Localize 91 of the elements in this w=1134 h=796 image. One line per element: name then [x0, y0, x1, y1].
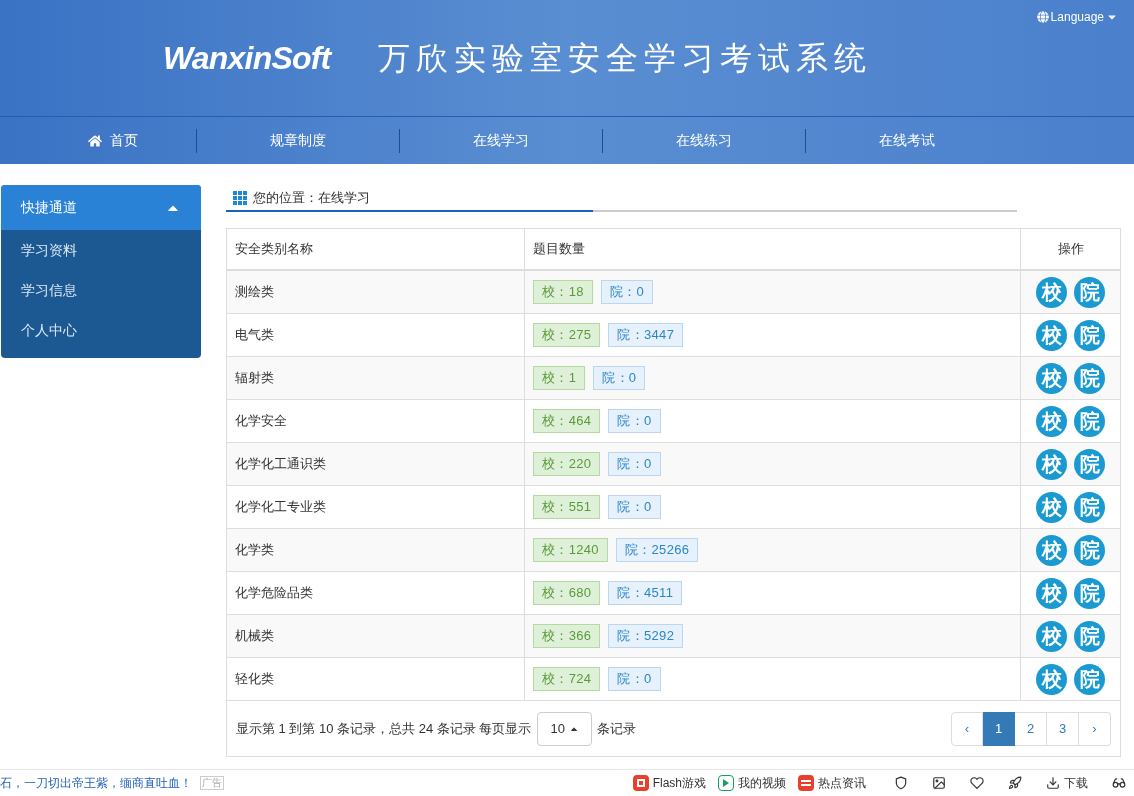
school-count-tag: 校：724: [533, 667, 601, 691]
nav-link[interactable]: 规章制度: [197, 130, 399, 151]
action-button[interactable]: 校: [1036, 577, 1067, 609]
pagination-summary: 显示第 1 到第 10 条记录，总共 24 条记录 每页显示: [236, 719, 532, 738]
table-cell: 轻化类: [227, 658, 525, 700]
action-button[interactable]: 院: [1074, 534, 1105, 566]
grid-icon: [233, 190, 247, 205]
column-header: 题目数量: [525, 229, 1021, 269]
school-count-tag: 校：220: [533, 452, 601, 476]
image-icon[interactable]: [932, 776, 946, 790]
home-icon: [88, 133, 102, 148]
next-page-button[interactable]: ›: [1079, 711, 1111, 746]
page-size-select[interactable]: 10: [537, 711, 592, 746]
shield-icon[interactable]: [894, 776, 908, 790]
action-button[interactable]: 院: [1074, 448, 1105, 480]
action-button[interactable]: 校: [1036, 276, 1067, 308]
table-cell: 测绘类: [227, 271, 525, 313]
action-button[interactable]: 校: [1036, 362, 1067, 394]
table-cell: 化学安全: [227, 400, 525, 442]
action-button[interactable]: 校: [1036, 663, 1067, 695]
action-button[interactable]: 院: [1074, 491, 1105, 523]
action-button[interactable]: 校: [1036, 534, 1067, 566]
school-count-tag: 校：275: [533, 323, 601, 347]
action-button[interactable]: 院: [1074, 362, 1105, 394]
system-title: 万欣实验室安全学习考试系统: [378, 38, 873, 79]
action-button[interactable]: 校: [1036, 405, 1067, 437]
breadcrumb: 您的位置：在线学习: [253, 188, 370, 207]
news-link[interactable]: 石，一刀切出帝王紫，缅商直吐血！: [0, 774, 192, 792]
action-button[interactable]: 校: [1036, 448, 1067, 480]
table-cell: 化学类: [227, 529, 525, 571]
download-icon: [1046, 776, 1060, 790]
college-count-tag: 院：0: [600, 280, 653, 304]
page-button[interactable]: 2: [1015, 711, 1047, 746]
action-button[interactable]: 院: [1074, 620, 1105, 652]
news-icon: [798, 775, 814, 791]
action-button[interactable]: 校: [1036, 491, 1067, 523]
pagination-suffix: 条记录: [596, 719, 636, 738]
logo: WanxinSoft: [163, 39, 331, 78]
college-count-tag: 院：0: [608, 495, 661, 519]
action-button[interactable]: 院: [1074, 405, 1105, 437]
college-count-tag: 院：0: [608, 452, 661, 476]
rocket-icon[interactable]: [1008, 776, 1022, 790]
action-button[interactable]: 校: [1036, 620, 1067, 652]
table-cell: 化学化工通识类: [227, 443, 525, 485]
table-cell: 电气类: [227, 314, 525, 356]
nav-link[interactable]: 在线练习: [603, 130, 805, 151]
table-cell: 机械类: [227, 615, 525, 657]
game-icon: [632, 775, 649, 791]
table-cell: 化学危险品类: [227, 572, 525, 614]
column-header: 安全类别名称: [227, 229, 525, 269]
school-count-tag: 校：680: [533, 581, 601, 605]
school-count-tag: 校：551: [533, 495, 601, 519]
page-button[interactable]: 3: [1047, 711, 1079, 746]
college-count-tag: 院：25266: [615, 538, 699, 562]
school-count-tag: 校：18: [533, 280, 593, 304]
school-count-tag: 校：464: [533, 409, 601, 433]
play-icon: [718, 775, 734, 791]
action-button[interactable]: 校: [1036, 319, 1067, 351]
heart-icon[interactable]: [970, 776, 984, 790]
column-header: 操作: [1056, 240, 1085, 259]
action-button[interactable]: 院: [1074, 577, 1105, 609]
sidebar-item[interactable]: 学习信息: [1, 270, 201, 310]
college-count-tag: 院：5292: [608, 624, 684, 648]
school-count-tag: 校：366: [533, 624, 601, 648]
school-count-tag: 校：1: [533, 366, 586, 390]
action-button[interactable]: 院: [1074, 319, 1105, 351]
action-button[interactable]: 院: [1074, 663, 1105, 695]
nav-link[interactable]: 首页: [0, 130, 196, 151]
ad-label: 广告: [200, 776, 224, 790]
language-button[interactable]: Language: [1036, 8, 1118, 26]
table-cell: 辐射类: [227, 357, 525, 399]
sidebar-item[interactable]: 学习资料: [1, 230, 201, 270]
nav-link[interactable]: 在线考试: [806, 130, 1008, 151]
college-count-tag: 院：0: [608, 409, 661, 433]
page-button[interactable]: 1: [983, 711, 1015, 746]
college-count-tag: 院：0: [608, 667, 661, 691]
glasses-icon[interactable]: [1112, 776, 1126, 790]
college-count-tag: 院：0: [593, 366, 646, 390]
college-count-tag: 院：3447: [608, 323, 684, 347]
globe-icon: [1036, 11, 1049, 23]
download-link[interactable]: 下载: [1046, 774, 1088, 792]
college-count-tag: 院：4511: [608, 581, 683, 605]
action-button[interactable]: 院: [1074, 276, 1105, 308]
nav-link[interactable]: 在线学习: [400, 130, 602, 151]
toolbar-link[interactable]: Flash游戏: [632, 774, 706, 792]
school-count-tag: 校：1240: [533, 538, 608, 562]
sidebar-header[interactable]: 快捷通道: [1, 185, 201, 230]
toolbar-link[interactable]: 我的视频: [718, 774, 786, 792]
table-cell: 化学化工专业类: [227, 486, 525, 528]
sidebar-item[interactable]: 个人中心: [1, 310, 201, 350]
toolbar-link[interactable]: 热点资讯: [798, 774, 866, 792]
